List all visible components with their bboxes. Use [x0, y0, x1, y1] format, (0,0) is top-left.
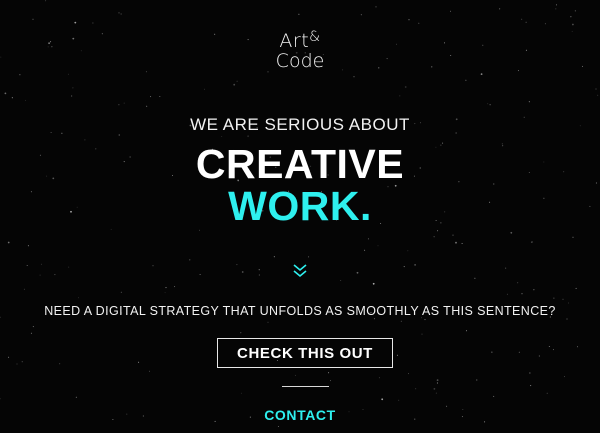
check-this-out-button[interactable]: CHECK THIS OUT: [217, 338, 393, 368]
cta-question: NEED A DIGITAL STRATEGY THAT UNFOLDS AS …: [44, 304, 556, 318]
logo-ampersand: &: [309, 29, 321, 45]
hero-tagline: WE ARE SERIOUS ABOUT: [190, 115, 410, 134]
art-and-code-logo[interactable]: Art& Code: [0, 29, 600, 72]
logo-text-code: Code: [275, 50, 325, 72]
divider: [282, 386, 329, 387]
headline-word-work: WORK.: [228, 183, 372, 229]
hero-headline: CREATIVE WORK.: [0, 143, 600, 227]
contact-link[interactable]: CONTACT: [0, 407, 600, 423]
double-chevron-down-icon[interactable]: [291, 263, 309, 279]
hero-section: Art& Code WE ARE SERIOUS ABOUT CREATIVE …: [0, 0, 600, 433]
logo-text-art: Art: [279, 30, 310, 52]
headline-word-creative: CREATIVE: [195, 141, 405, 187]
